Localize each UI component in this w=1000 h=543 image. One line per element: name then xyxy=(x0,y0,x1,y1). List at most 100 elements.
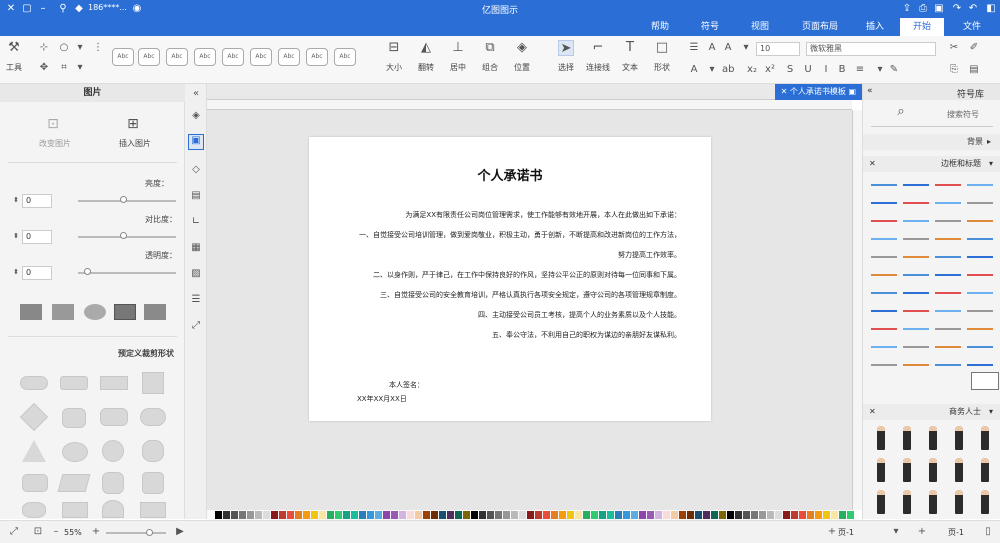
color-swatch[interactable] xyxy=(727,511,734,519)
close-icon[interactable]: ✕ xyxy=(4,2,18,16)
color-swatch[interactable] xyxy=(311,511,318,519)
color-swatch[interactable] xyxy=(375,511,382,519)
library-section-borders[interactable]: ✕ 边框和标题 ▾ xyxy=(863,156,1000,172)
color-swatch[interactable] xyxy=(335,511,342,519)
crop-shape-diamond[interactable] xyxy=(19,402,49,432)
change-image-label[interactable]: 改变图片 xyxy=(30,138,80,149)
dropdown-icon[interactable]: ▾ xyxy=(874,64,886,76)
color-swatch[interactable] xyxy=(447,511,454,519)
insert-image-label[interactable]: 插入图片 xyxy=(110,138,160,149)
border-line-sample[interactable] xyxy=(871,274,897,276)
section-label[interactable]: 商务人士 xyxy=(949,404,981,420)
border-line-sample[interactable] xyxy=(967,274,993,276)
list-icon[interactable]: ☰ xyxy=(190,294,202,306)
border-line-sample[interactable] xyxy=(871,220,897,222)
style-preset[interactable]: Abc xyxy=(138,48,160,66)
font-size-select[interactable]: 10 xyxy=(756,42,800,56)
border-line-sample[interactable] xyxy=(967,238,993,240)
document-page[interactable]: 个人承诺书 为满足XX有限责任公司岗位管理需求，使工作能够有效地开展，本人在此做… xyxy=(309,137,711,421)
align-icon[interactable]: ≡ xyxy=(854,64,866,76)
transparency-input[interactable]: 0 xyxy=(22,266,52,280)
border-line-sample[interactable] xyxy=(935,220,961,222)
color-swatch[interactable] xyxy=(223,511,230,519)
color-swatch[interactable] xyxy=(719,511,726,519)
document-paragraph[interactable]: 一、自觉接受公司培训管理，做到爱岗敬业，积极主动，勇于创新，不断提高和改进新岗位… xyxy=(359,230,681,240)
position-label[interactable]: 位置 xyxy=(510,62,534,73)
border-line-sample[interactable] xyxy=(967,220,993,222)
document-paragraph[interactable]: 四、主动接受公司员工考核，提高个人的业务素质以及个人技能。 xyxy=(478,310,681,320)
color-swatch[interactable] xyxy=(655,511,662,519)
crop-shape-pill[interactable] xyxy=(140,408,166,426)
border-line-sample[interactable] xyxy=(903,292,929,294)
connector-point-icon[interactable]: ⊹ xyxy=(38,42,50,54)
brightness-slider[interactable] xyxy=(78,200,176,202)
shape-tool[interactable]: 形状 xyxy=(650,62,674,73)
effect-thumbnail[interactable] xyxy=(114,304,136,320)
superscript-icon[interactable]: x² xyxy=(764,64,776,76)
center-label[interactable]: 居中 xyxy=(446,62,470,73)
border-line-sample[interactable] xyxy=(935,274,961,276)
color-swatch[interactable] xyxy=(791,511,798,519)
color-swatch[interactable] xyxy=(503,511,510,519)
color-swatch[interactable] xyxy=(327,511,334,519)
color-swatch[interactable] xyxy=(831,511,838,519)
vip-icon[interactable]: ◆ xyxy=(72,2,86,16)
transparency-slider-knob[interactable] xyxy=(84,268,91,275)
subscript-icon[interactable]: x₂ xyxy=(746,64,758,76)
border-line-sample[interactable] xyxy=(871,328,897,330)
style-preset[interactable]: Abc xyxy=(334,48,356,66)
border-line-sample[interactable] xyxy=(871,292,897,294)
crop-shape-arch[interactable] xyxy=(102,500,124,518)
color-swatch[interactable] xyxy=(247,511,254,519)
contrast-slider-knob[interactable] xyxy=(120,232,127,239)
border-line-sample[interactable] xyxy=(935,310,961,312)
tab-view[interactable]: 视图 xyxy=(740,18,780,36)
effect-thumbnail[interactable] xyxy=(84,304,106,320)
change-image-icon[interactable]: ⊡ xyxy=(45,116,61,132)
document-tab[interactable]: ✕ 个人承诺书模板 ▣ xyxy=(774,84,862,100)
color-swatch[interactable] xyxy=(591,511,598,519)
contrast-input[interactable]: 0 xyxy=(22,230,52,244)
pages-icon[interactable]: ▯ xyxy=(982,526,994,538)
crop-shape-rounded-rect[interactable] xyxy=(100,408,128,426)
close-icon[interactable]: ✕ xyxy=(869,156,876,172)
tools-label[interactable]: 工具 xyxy=(4,62,24,73)
font-color-icon[interactable]: A xyxy=(688,64,700,76)
undo-icon[interactable]: ↶ xyxy=(966,2,980,16)
business-person-icon[interactable] xyxy=(955,426,963,450)
play-icon[interactable]: ▶ xyxy=(174,526,186,538)
crop-shape-badge[interactable] xyxy=(22,474,48,492)
border-line-sample[interactable] xyxy=(935,346,961,348)
business-person-icon[interactable] xyxy=(929,490,937,514)
pointer-icon[interactable]: ➤ xyxy=(558,40,574,56)
image-icon[interactable]: ▣ xyxy=(188,134,204,150)
color-swatch[interactable] xyxy=(767,511,774,519)
color-swatch[interactable] xyxy=(439,511,446,519)
paste-icon[interactable]: ▤ xyxy=(968,64,980,76)
color-swatch[interactable] xyxy=(415,511,422,519)
section-label[interactable]: 背景 xyxy=(967,134,983,150)
crop-shape-rect[interactable] xyxy=(100,376,128,390)
border-line-sample[interactable] xyxy=(871,364,897,366)
close-icon[interactable]: ✕ xyxy=(869,404,876,420)
user-name[interactable]: 186****... xyxy=(88,3,127,12)
layers-icon[interactable]: ◈ xyxy=(514,40,530,56)
style-preset[interactable]: Abc xyxy=(222,48,244,66)
add-icon[interactable]: + xyxy=(916,526,928,538)
maximize-icon[interactable]: ▢ xyxy=(20,2,34,16)
crop-shape-square[interactable] xyxy=(142,372,164,394)
style-preset[interactable]: Abc xyxy=(166,48,188,66)
color-swatch[interactable] xyxy=(343,511,350,519)
zoom-slider[interactable] xyxy=(106,532,166,534)
fullscreen-icon[interactable]: ⤢ xyxy=(190,320,202,332)
effect-thumbnail[interactable] xyxy=(20,304,42,320)
color-swatch[interactable] xyxy=(287,511,294,519)
bold-icon[interactable]: B xyxy=(836,64,848,76)
zoom-slider-knob[interactable] xyxy=(146,529,153,536)
cut-icon[interactable]: ✂ xyxy=(948,42,960,54)
document-paragraph[interactable]: 三、自觉接受公司的安全教育培训，严格认真执行各项安全规定，遵守公司的各项管理规章… xyxy=(380,290,681,300)
collapse-icon[interactable]: « xyxy=(190,88,202,100)
color-swatch[interactable] xyxy=(407,511,414,519)
style-preset[interactable]: Abc xyxy=(278,48,300,66)
color-swatch[interactable] xyxy=(687,511,694,519)
